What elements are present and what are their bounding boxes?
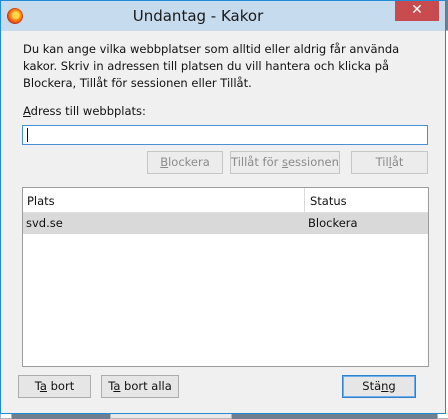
column-header-site[interactable]: Plats [27, 194, 55, 208]
remove-all-button[interactable]: Ta bort alla [101, 375, 179, 398]
remove-button[interactable]: Ta bort [18, 375, 91, 398]
allow-button[interactable]: Tillåt [351, 151, 428, 174]
allow-session-button[interactable]: Tillåt för sessionen [230, 151, 340, 174]
exceptions-table[interactable]: Plats Status svd.se Blockera [22, 187, 429, 367]
address-label: Adress till webbplats: [23, 104, 146, 118]
row-site: svd.se [26, 216, 63, 230]
window-title: Undantag - Kakor [132, 7, 264, 25]
row-status: Blockera [308, 216, 358, 230]
cookie-exceptions-dialog: Undantag - Kakor ✕ Du kan ange vilka web… [0, 0, 446, 414]
close-window-button[interactable]: ✕ [395, 1, 439, 21]
intro-text: Du kan ange vilka webbplatser som alltid… [23, 42, 400, 90]
table-header: Plats Status [23, 188, 428, 213]
column-divider[interactable] [304, 188, 305, 212]
text-caret [27, 128, 28, 142]
table-row[interactable]: svd.se Blockera [23, 213, 428, 234]
column-header-status[interactable]: Status [310, 194, 347, 208]
close-button[interactable]: Stäng [342, 375, 416, 398]
site-address-input[interactable] [22, 125, 428, 145]
title-bar[interactable]: Undantag - Kakor ✕ [1, 1, 445, 31]
block-button[interactable]: Blockera [147, 151, 223, 174]
